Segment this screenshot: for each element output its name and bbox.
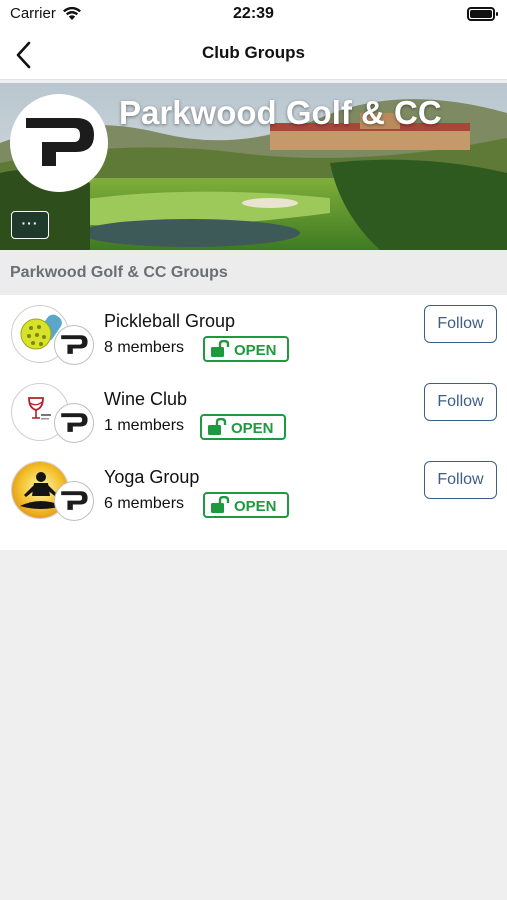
club-name-title: Parkwood Golf & CC (119, 94, 442, 131)
section-header: Parkwood Golf & CC Groups (0, 250, 507, 295)
status-bar: Carrier 22:39 (0, 0, 507, 30)
group-name: Pickleball Group (104, 311, 236, 331)
open-status-label: OPEN (231, 420, 274, 437)
open-status-label: OPEN (234, 342, 277, 359)
group-list: Pickleball Group 8 members OPEN Follow W… (0, 295, 507, 550)
more-options-button[interactable]: ··· (11, 211, 49, 239)
club-logo (10, 94, 108, 192)
follow-button[interactable]: Follow (424, 461, 497, 499)
group-name: Yoga Group (104, 467, 200, 487)
club-badge (54, 481, 94, 521)
follow-button[interactable]: Follow (424, 383, 497, 421)
list-item[interactable]: Pickleball Group 8 members OPEN Follow (0, 295, 507, 373)
member-count: 6 members (104, 495, 185, 512)
unlock-icon (208, 418, 227, 435)
list-item[interactable]: Wine Club 1 members OPEN Follow (0, 373, 507, 451)
club-badge (54, 325, 94, 365)
section-title: Parkwood Golf & CC Groups (10, 264, 228, 281)
unlock-icon (211, 496, 230, 513)
club-badge (54, 403, 94, 443)
list-item[interactable]: Yoga Group 6 members OPEN Follow (0, 451, 507, 529)
clock: 22:39 (233, 5, 274, 22)
club-banner: Parkwood Golf & CC ··· (0, 83, 507, 250)
p-logo-icon (61, 335, 88, 354)
p-logo-icon (26, 118, 94, 166)
group-name: Wine Club (104, 389, 188, 409)
member-count: 1 members (104, 417, 185, 434)
open-status-label: OPEN (234, 498, 277, 515)
follow-button[interactable]: Follow (424, 305, 497, 343)
member-count: 8 members (104, 339, 185, 356)
battery-icon (467, 7, 498, 21)
open-status-badge: OPEN (203, 492, 289, 518)
open-status-badge: OPEN (200, 414, 286, 440)
open-status-badge: OPEN (203, 336, 289, 362)
p-logo-icon (61, 413, 88, 432)
unlock-icon (211, 340, 230, 357)
p-logo-icon (61, 491, 88, 510)
navigation-bar: Club Groups (0, 30, 507, 80)
page-title: Club Groups (202, 43, 305, 62)
